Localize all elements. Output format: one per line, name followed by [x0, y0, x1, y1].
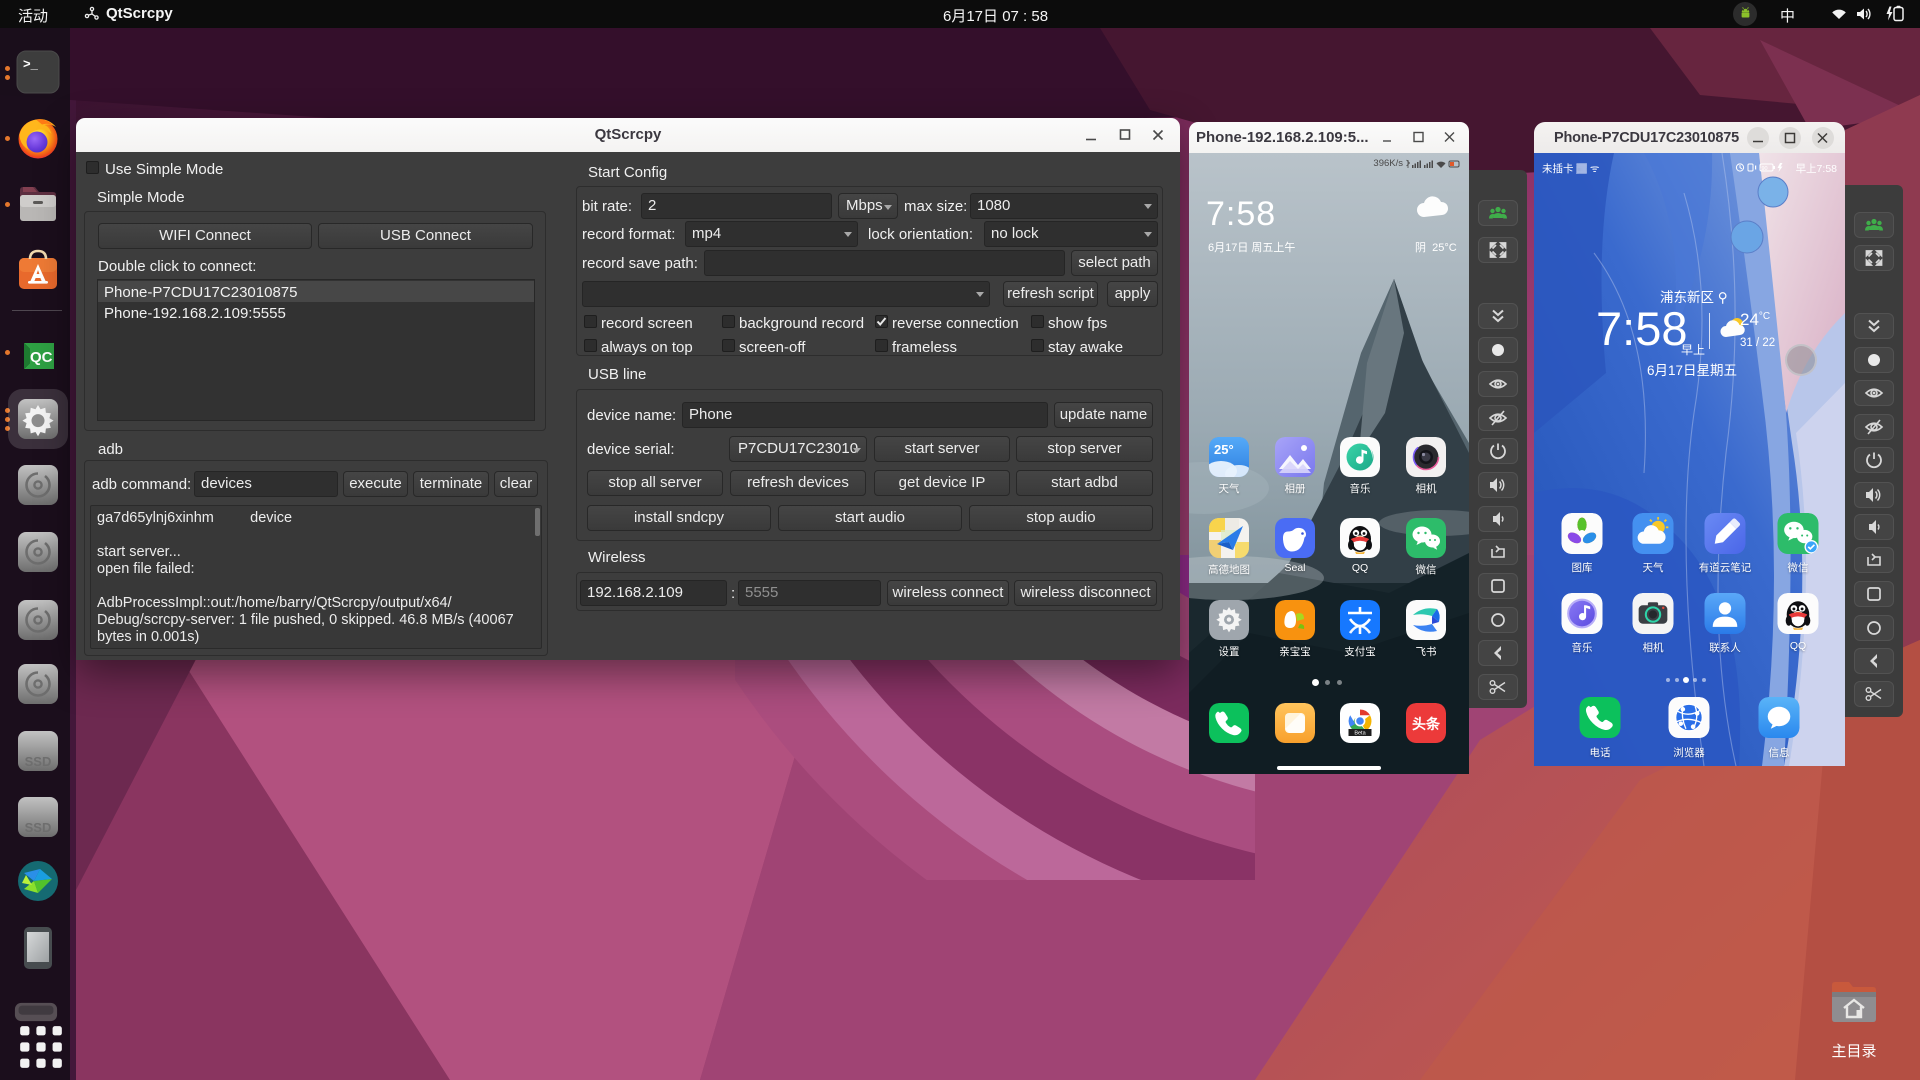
- svg-text:QC: QC: [30, 349, 53, 366]
- svg-text:SSD: SSD: [25, 820, 52, 835]
- svg-text:>_: >_: [23, 56, 39, 71]
- svg-text:Beta: Beta: [1354, 731, 1366, 737]
- svg-text:90: 90: [1762, 166, 1768, 172]
- svg-text:SSD: SSD: [25, 754, 52, 769]
- svg-text:25°: 25°: [1214, 442, 1234, 457]
- svg-text:头条: 头条: [1412, 716, 1441, 732]
